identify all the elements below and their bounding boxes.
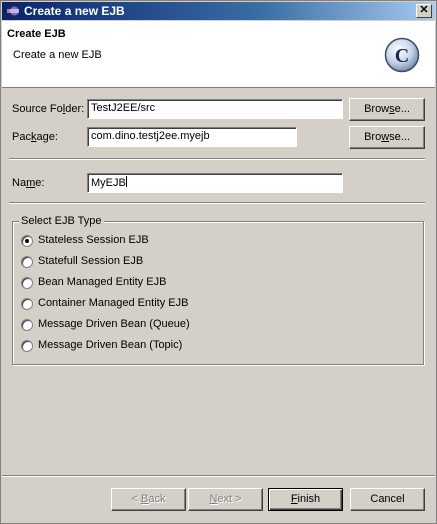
- package-label: Package:: [12, 131, 58, 143]
- close-icon: ✕: [419, 4, 429, 16]
- name-label: Name:: [12, 177, 45, 189]
- source-folder-browse-button[interactable]: Browse...: [349, 98, 425, 121]
- back-button[interactable]: < Back: [111, 488, 186, 511]
- package-field[interactable]: com.dino.testj2ee.myejb: [87, 127, 297, 147]
- ejb-type-group-legend: Select EJB Type: [19, 215, 104, 227]
- radio-dot-icon: [25, 239, 29, 243]
- ejb-type-option-label: Message Driven Bean (Queue): [38, 318, 190, 330]
- package-browse-button[interactable]: Browse...: [349, 126, 425, 149]
- radio-button[interactable]: [21, 298, 33, 310]
- button-bar-separator: [2, 475, 435, 477]
- eclipse-icon: [7, 5, 19, 17]
- class-logo-icon: C: [384, 37, 420, 73]
- class-logo-letter: C: [395, 45, 409, 67]
- source-folder-field[interactable]: TestJ2EE/src: [87, 99, 343, 119]
- ejb-type-option-label: Stateless Session EJB: [38, 234, 149, 246]
- ejb-type-option-label: Container Managed Entity EJB: [38, 297, 189, 309]
- text-cursor: [125, 176, 127, 187]
- close-button[interactable]: ✕: [416, 4, 432, 18]
- wizard-page-title: Create EJB: [7, 28, 66, 40]
- ejb-type-option-label: Bean Managed Entity EJB: [38, 276, 167, 288]
- next-button[interactable]: Next >: [188, 488, 263, 511]
- separator: [9, 202, 425, 204]
- radio-button[interactable]: [21, 340, 33, 352]
- name-field[interactable]: MyEJB: [87, 173, 343, 193]
- ejb-type-option-label: Statefull Session EJB: [38, 255, 144, 267]
- dialog-window: Create a new EJB ✕ Create EJB Create a n…: [0, 0, 437, 524]
- cancel-button[interactable]: Cancel: [350, 488, 425, 511]
- wizard-banner: Create EJB Create a new EJB C: [2, 21, 435, 88]
- finish-button[interactable]: Finish: [268, 488, 343, 511]
- title-bar[interactable]: Create a new EJB ✕: [2, 2, 435, 20]
- radio-button[interactable]: [21, 277, 33, 289]
- radio-button[interactable]: [21, 256, 33, 268]
- ejb-type-option-label: Message Driven Bean (Topic): [38, 339, 183, 351]
- window-title: Create a new EJB: [24, 4, 125, 18]
- separator: [9, 158, 425, 160]
- radio-button[interactable]: [21, 319, 33, 331]
- source-folder-label: Source Folder:: [12, 103, 85, 115]
- wizard-page-description: Create a new EJB: [13, 49, 102, 61]
- radio-button[interactable]: [21, 235, 33, 247]
